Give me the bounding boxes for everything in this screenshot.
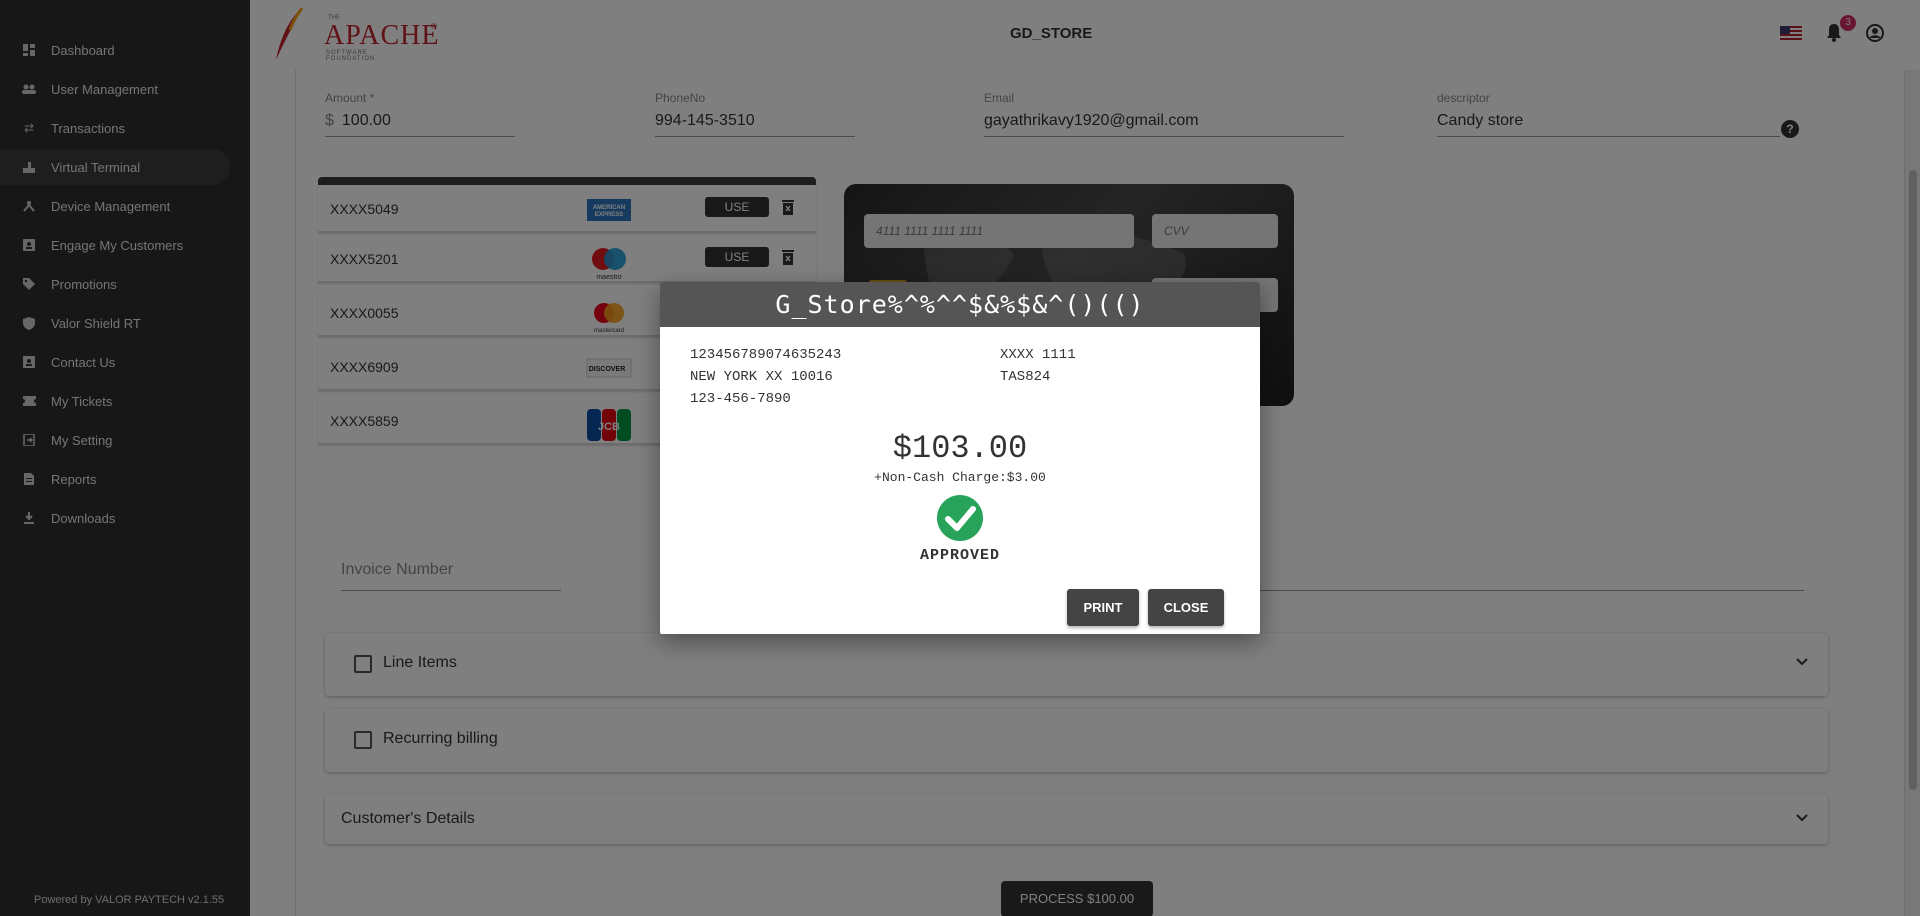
receipt-address: NEW YORK XX 10016 xyxy=(690,369,833,385)
receipt-merchant-id: 123456789074635243 xyxy=(690,347,842,363)
receipt-total-amount: $103.00 xyxy=(892,430,1028,467)
receipt-phone: 123-456-7890 xyxy=(690,391,791,407)
print-button[interactable]: PRINT xyxy=(1067,589,1139,626)
receipt-card-mask: XXXX 1111 xyxy=(1000,347,1076,363)
close-button[interactable]: CLOSE xyxy=(1148,589,1224,626)
receipt-dialog: G_Store%^%^^$&%$&^()(() 1234567890746352… xyxy=(660,282,1260,634)
receipt-auth-code: TAS824 xyxy=(1000,369,1051,385)
receipt-title: G_Store%^%^^$&%$&^()(() xyxy=(660,282,1260,327)
approval-status: APPROVED xyxy=(919,547,1000,564)
receipt-non-cash-charge: +Non-Cash Charge:$3.00 xyxy=(874,470,1046,485)
approved-check-icon xyxy=(937,495,983,541)
